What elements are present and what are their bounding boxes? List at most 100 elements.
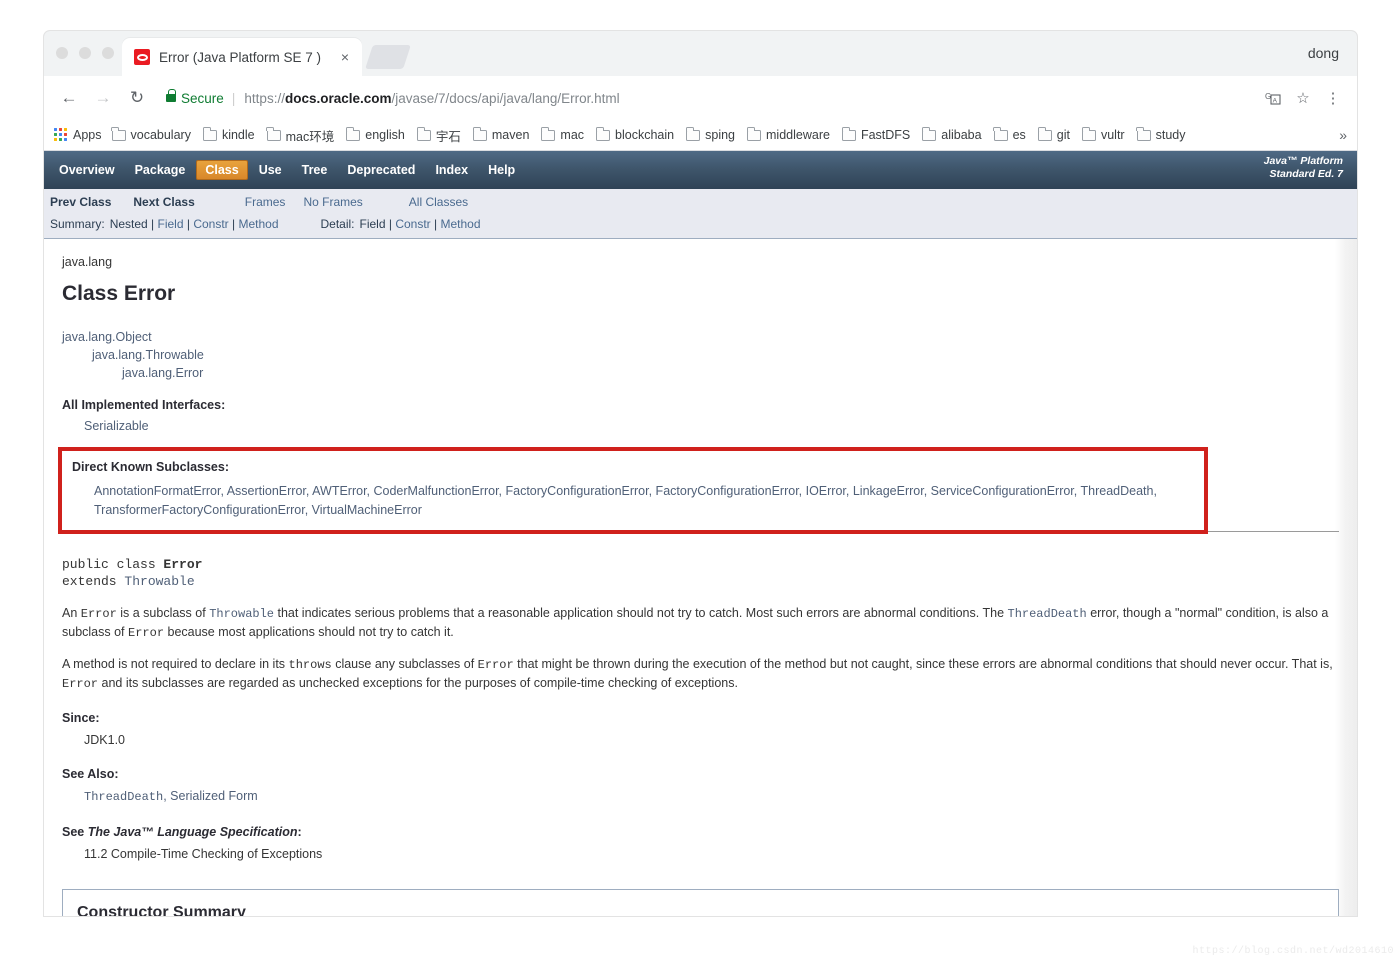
javadoc-nav-overview[interactable]: Overview [50, 159, 124, 181]
detail-link-constr[interactable]: Constr [395, 217, 430, 231]
see-also-value: ThreadDeath, Serialized Form [62, 787, 1339, 806]
javadoc-nav-help[interactable]: Help [479, 159, 524, 181]
summary-link-constr[interactable]: Constr [193, 217, 228, 231]
bookmark-label: blockchain [615, 128, 675, 142]
p1-code-2[interactable]: Throwable [209, 607, 274, 621]
bookmark-label: sping [705, 128, 736, 142]
bookmark-label: mac环境 [285, 129, 335, 144]
see-also-threaddeath-link[interactable]: ThreadDeath [84, 790, 163, 804]
bookmark-item-maven[interactable]: maven [472, 127, 529, 142]
next-class-link[interactable]: Next Class [133, 195, 194, 209]
folder-icon [746, 127, 762, 141]
bookmark-item-blockchain[interactable]: blockchain [595, 127, 675, 142]
all-classes-link[interactable]: All Classes [409, 195, 468, 209]
secure-label: Secure [181, 90, 224, 106]
javadoc-nav-package[interactable]: Package [126, 159, 195, 181]
inheritance-node-0[interactable]: java.lang.Object [62, 328, 1339, 346]
maximize-window-button[interactable] [102, 47, 114, 59]
implemented-interfaces-value[interactable]: Serializable [62, 417, 1339, 435]
bookmark-label: mac [560, 128, 585, 142]
summary-link-nested: Nested [109, 217, 148, 231]
javadoc-nav-use[interactable]: Use [250, 159, 291, 181]
reload-icon[interactable]: ↻ [122, 83, 152, 113]
javadoc-nav-deprecated[interactable]: Deprecated [338, 159, 424, 181]
apps-shortcut[interactable]: Apps [54, 128, 102, 142]
new-tab-button[interactable] [365, 45, 411, 69]
javadoc-top-nav: Overview Package Class Use Tree Deprecated Ind… [44, 151, 1357, 189]
separator: | [183, 217, 194, 231]
browser-window: Error (Java Platform SE 7 ) × dong ← → ↻… [44, 31, 1357, 916]
folder-icon [266, 127, 281, 141]
browser-menu-icon[interactable]: ⋮ [1319, 84, 1347, 112]
prev-class-link[interactable]: Prev Class [50, 195, 111, 209]
bookmark-item-study[interactable]: study [1136, 127, 1186, 142]
bookmark-star-icon[interactable]: ☆ [1289, 84, 1317, 112]
folder-icon [111, 127, 126, 141]
bookmark-item-mac环境[interactable]: mac环境 [266, 126, 335, 145]
no-frames-link[interactable]: No Frames [303, 195, 362, 209]
bookmark-item-kindle[interactable]: kindle [202, 127, 255, 142]
bookmark-item-vocabulary[interactable]: vocabulary [111, 127, 191, 142]
bookmark-item-middleware[interactable]: middleware [746, 127, 830, 142]
tab-strip: Error (Java Platform SE 7 ) × dong [44, 31, 1357, 76]
frames-link[interactable]: Frames [245, 195, 286, 209]
direct-known-subclasses-value[interactable]: AnnotationFormatError, AssertionError, A… [72, 482, 1194, 520]
detail-links: Field | Constr | Method [360, 217, 481, 231]
bookmark-label: es [1012, 128, 1026, 142]
detail-link-method[interactable]: Method [440, 217, 480, 231]
bookmark-label: alibaba [941, 128, 982, 142]
jls-label-suffix: : [297, 824, 302, 839]
summary-link-field[interactable]: Field [158, 217, 184, 231]
constructor-summary-block: Constructor Summary Constructors Modifie… [62, 888, 1339, 916]
implemented-interfaces-label: All Implemented Interfaces: [62, 397, 226, 412]
profile-name[interactable]: dong [1308, 45, 1339, 61]
minimize-window-button[interactable] [79, 47, 91, 59]
bookmarks-overflow-icon[interactable]: » [1339, 127, 1347, 143]
close-window-button[interactable] [56, 47, 68, 59]
back-icon[interactable]: ← [54, 83, 84, 113]
javadoc-subnav-row-2: Summary: Nested | Field | Constr | Metho… [50, 215, 1351, 233]
translate-icon[interactable]: G A [1259, 84, 1287, 112]
javadoc-nav-index[interactable]: Index [426, 159, 477, 181]
javadoc-nav-class[interactable]: Class [196, 160, 248, 180]
close-icon[interactable]: × [336, 48, 354, 66]
tab-title: Error (Java Platform SE 7 ) [159, 49, 322, 65]
browser-tab-active[interactable]: Error (Java Platform SE 7 ) × [122, 38, 362, 76]
omnibox-separator: | [231, 90, 236, 106]
jls-label-emphasis: The Java™ Language Specification [87, 824, 298, 839]
page-title: Class Error [62, 282, 176, 306]
folder-icon [416, 127, 431, 141]
bookmark-item-english[interactable]: english [346, 127, 405, 142]
bookmark-item-git[interactable]: git [1037, 127, 1070, 142]
signature-supertype[interactable]: Throwable [124, 574, 194, 589]
bookmark-item-宇石[interactable]: 宇石 [416, 126, 461, 145]
p2-code-3: Error [62, 676, 99, 691]
separator: | [430, 217, 441, 231]
javadoc-nav-items: Overview Package Class Use Tree Deprecated Ind… [50, 159, 526, 181]
forward-icon[interactable]: → [88, 83, 118, 113]
bookmark-item-vultr[interactable]: vultr [1081, 127, 1125, 142]
url-host: docs.oracle.com [284, 90, 392, 106]
folder-icon [346, 127, 361, 141]
inheritance-node-1[interactable]: java.lang.Throwable [62, 346, 1339, 364]
address-bar[interactable]: Secure | https://docs.oracle.com/javase/… [162, 84, 1251, 112]
detail-link-field: Field [359, 217, 386, 231]
bookmark-item-sping[interactable]: sping [685, 127, 736, 142]
bookmark-label: middleware [766, 128, 830, 142]
javadoc-nav-tree[interactable]: Tree [293, 159, 337, 181]
bookmark-item-fastdfs[interactable]: FastDFS [841, 127, 910, 142]
bookmark-item-es[interactable]: es [993, 127, 1026, 142]
summary-label: Summary: [50, 217, 105, 231]
javadoc-brand: Java™ Platform Standard Ed. 7 [1264, 155, 1343, 181]
p1-code-3[interactable]: ThreadDeath [1008, 607, 1087, 621]
class-description-paragraph-1: An Error is a subclass of Throwable that… [62, 604, 1339, 642]
see-also-serialized-form-link[interactable]: , Serialized Form [163, 789, 257, 803]
jls-label-prefix: See [62, 824, 88, 839]
summary-link-method[interactable]: Method [238, 217, 278, 231]
bookmark-item-alibaba[interactable]: alibaba [922, 127, 982, 142]
brand-line-2: Standard Ed. 7 [1269, 168, 1343, 181]
bookmark-label: kindle [221, 128, 255, 142]
jls-value[interactable]: 11.2 Compile-Time Checking of Exceptions [62, 845, 1339, 863]
bookmark-items: vocabulary kindle mac环境 english 宇石 maven mac bl… [111, 126, 1198, 145]
bookmark-item-mac[interactable]: mac [541, 127, 585, 142]
